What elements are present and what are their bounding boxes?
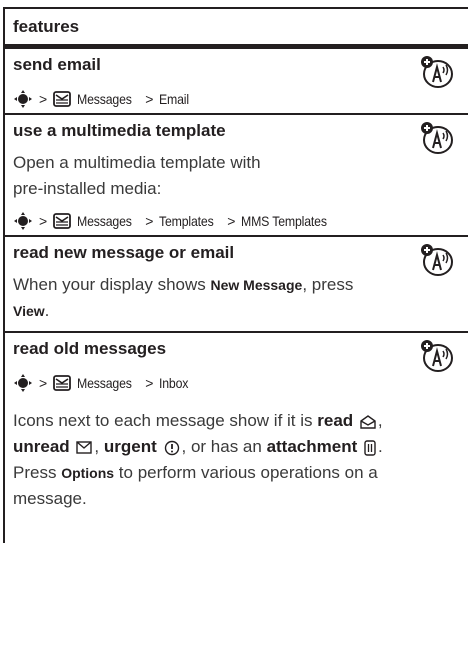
section-title: read old messages	[13, 339, 167, 358]
menu-item-mms-templates: MMS Templates	[241, 213, 328, 229]
key-label-options: Options	[61, 465, 115, 481]
messages-icon	[53, 91, 71, 107]
period: .	[377, 437, 383, 456]
key-label-view: View	[13, 303, 45, 319]
body-text: pre-installed media:	[13, 179, 162, 198]
network-dependent-feature-icon	[421, 340, 453, 372]
status-attachment: attachment	[266, 437, 358, 456]
body-text: Open a multimedia template with	[13, 153, 261, 172]
network-dependent-feature-icon	[421, 56, 453, 88]
messages-icon	[53, 375, 71, 391]
menu-item-messages: Messages	[76, 375, 132, 391]
path-separator: >	[39, 91, 47, 107]
body-text-part: , press	[302, 275, 354, 294]
body-text-part: , or has an	[181, 437, 267, 456]
table-header: features	[3, 7, 468, 49]
network-dependent-feature-icon	[421, 244, 453, 276]
header-title: features	[13, 17, 80, 36]
section-read-new-message: read new message or email When your disp…	[3, 237, 468, 333]
body-text-part: to perform various operations on a	[114, 463, 378, 482]
menu-item-templates: Templates	[159, 213, 214, 229]
section-title: use a multimedia template	[13, 121, 226, 140]
section-title: send email	[13, 55, 101, 74]
read-message-icon	[360, 414, 376, 429]
messages-icon	[53, 213, 71, 229]
menu-item-messages: Messages	[76, 91, 132, 107]
body-text: View.	[13, 301, 49, 321]
menu-item-email: Email	[159, 91, 190, 107]
body-text: unread , urgent , or has an attachment .	[13, 437, 383, 457]
body-text-part: Press	[13, 463, 62, 482]
body-text-part: Icons next to each message show if it is	[13, 411, 318, 430]
path-separator: >	[145, 375, 154, 391]
navigation-key-icon	[14, 212, 32, 230]
path-separator: >	[145, 91, 154, 107]
status-unread: unread	[13, 437, 70, 456]
section-send-email: send email > Messages > Email	[3, 49, 468, 115]
features-table: features send email > Messages > Email u…	[3, 7, 468, 543]
body-text: Press Options to perform various operati…	[13, 463, 378, 483]
navigation-path: > Messages > Inbox	[13, 373, 192, 393]
body-text: When your display shows New Message, pre…	[13, 275, 353, 295]
body-text: Icons next to each message show if it is…	[13, 411, 383, 431]
section-multimedia-template: use a multimedia template Open a multime…	[3, 115, 468, 237]
menu-item-inbox: Inbox	[159, 375, 189, 391]
navigation-key-icon	[14, 374, 32, 392]
urgent-icon	[164, 440, 179, 455]
path-separator: >	[39, 375, 47, 391]
section-read-old-messages: read old messages > Messages > Inbox Ico…	[3, 333, 468, 543]
navigation-path: > Messages > Templates > MMS Templates	[13, 211, 339, 231]
menu-item-messages: Messages	[76, 213, 132, 229]
navigation-path: > Messages > Email	[13, 89, 193, 109]
unread-message-icon	[76, 441, 93, 454]
path-separator: >	[39, 213, 47, 229]
comma: ,	[377, 411, 383, 430]
body-text-part: When your display shows	[13, 275, 211, 294]
path-separator: >	[145, 213, 154, 229]
navigation-key-icon	[14, 90, 32, 108]
status-urgent: urgent	[103, 437, 157, 456]
key-label-new-message: New Message	[210, 277, 303, 293]
section-title: read new message or email	[13, 243, 235, 262]
network-dependent-feature-icon	[421, 122, 453, 154]
status-read: read	[317, 411, 354, 430]
path-separator: >	[227, 213, 236, 229]
body-text-part: .	[44, 301, 50, 320]
body-text: message.	[13, 489, 87, 508]
attachment-icon	[364, 439, 376, 456]
comma: ,	[94, 437, 104, 456]
